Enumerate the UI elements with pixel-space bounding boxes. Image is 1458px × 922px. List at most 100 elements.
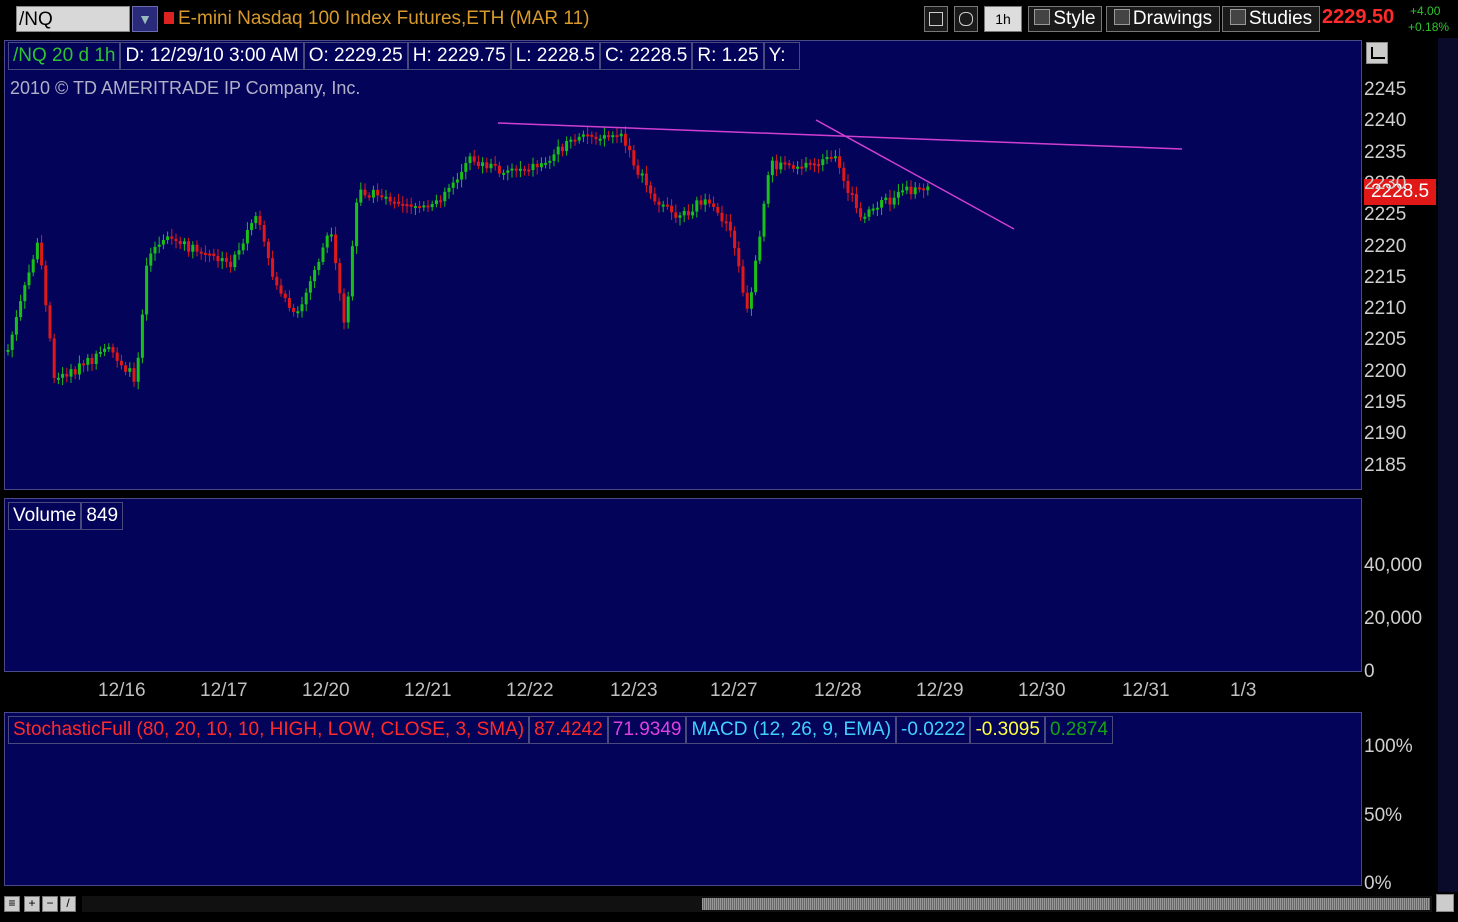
stochastic-label: StochasticFull (80, 20, 10, 10, HIGH, LO… — [8, 716, 530, 744]
candle-body — [321, 247, 325, 262]
candle-body — [86, 357, 90, 365]
candle-body — [14, 317, 18, 335]
candle-body — [787, 163, 791, 166]
candle-body — [565, 141, 569, 152]
stochastic-k-value: 87.4242 — [529, 716, 608, 744]
candle-body — [115, 352, 119, 361]
pyticks-tick: 2240 — [1364, 110, 1407, 132]
candle-body — [6, 349, 10, 352]
candle-body — [544, 162, 548, 165]
candle-body — [405, 204, 409, 207]
candle-body — [607, 135, 611, 138]
candle-body — [350, 246, 354, 297]
candle-body — [481, 162, 485, 166]
candle-body — [258, 216, 262, 226]
candle-body — [153, 246, 157, 254]
candle-body — [124, 365, 128, 372]
candle-body — [762, 203, 766, 237]
candle-body — [447, 187, 451, 192]
candle-body — [665, 204, 669, 207]
candle-body — [128, 368, 132, 372]
candle-body — [661, 204, 665, 207]
candle-body — [149, 253, 153, 266]
scroll-button[interactable]: ≡ — [4, 896, 20, 912]
candle-body — [136, 357, 140, 382]
candle-body — [275, 276, 279, 286]
candle-body — [241, 243, 245, 251]
candle-body — [208, 253, 212, 256]
candle-body — [766, 175, 770, 204]
right-scroll-strip[interactable] — [1438, 38, 1458, 892]
candle-body — [103, 348, 107, 352]
candle-body — [250, 223, 254, 231]
candle-body — [775, 160, 779, 170]
xticks-tick: 12/23 — [610, 680, 658, 701]
candle-body — [279, 285, 283, 294]
candle-body — [493, 163, 497, 166]
candle-body — [313, 269, 317, 282]
candle-body — [329, 234, 333, 237]
drawing-tool-button[interactable]: / — [60, 896, 76, 912]
pyticks-tick: 2220 — [1364, 235, 1407, 257]
candle-body — [611, 135, 615, 138]
vyticks-tick: 20,000 — [1364, 608, 1423, 629]
candle-body — [754, 260, 758, 293]
candle-body — [409, 204, 413, 207]
candle-body — [556, 146, 560, 155]
candle-body — [460, 171, 464, 180]
candle-body — [678, 215, 682, 218]
candle-body — [455, 179, 459, 183]
candle-body — [552, 154, 556, 161]
scroll-icon: ≡ — [8, 896, 16, 910]
xticks-tick: 12/22 — [506, 680, 554, 701]
candle-body — [703, 199, 707, 205]
candle-body — [199, 251, 203, 254]
candle-body — [304, 292, 308, 305]
candle-body — [875, 207, 879, 210]
candle-body — [476, 161, 480, 166]
candle-body — [623, 133, 627, 146]
candle-body — [346, 296, 350, 323]
iyticks-tick: 50% — [1364, 805, 1403, 826]
candle-body — [569, 139, 573, 142]
macd-diff-value: 0.2874 — [1044, 716, 1114, 744]
xticks-tick: 12/31 — [1122, 680, 1170, 701]
volume-panel[interactable] — [4, 498, 1362, 672]
candle-body — [615, 135, 619, 138]
candle-body — [220, 258, 224, 262]
candle-body — [699, 200, 703, 205]
candle-body — [157, 244, 161, 247]
candle-body — [90, 357, 94, 364]
candle-body — [82, 363, 86, 366]
candle-body — [636, 165, 640, 175]
zoom-out-button[interactable]: − — [42, 896, 58, 912]
candle-body — [586, 134, 590, 137]
candle-body — [829, 156, 833, 159]
candle-body — [426, 205, 430, 208]
candle-body — [287, 298, 291, 308]
scrollbar-thumb[interactable] — [702, 898, 1430, 910]
candle-body — [716, 206, 720, 213]
zoom-in-button[interactable]: + — [24, 896, 40, 912]
candle-body — [472, 156, 476, 162]
candle-body — [670, 205, 674, 213]
candle-body — [443, 191, 447, 202]
candle-body — [94, 353, 98, 364]
candle-body — [388, 196, 392, 202]
scroll-end-button[interactable] — [1436, 894, 1454, 912]
candle-body — [712, 203, 716, 207]
candle-body — [733, 230, 737, 249]
vyticks-tick: 40,000 — [1364, 555, 1423, 576]
candle-body — [418, 206, 422, 209]
candle-body — [69, 369, 73, 377]
candle-body — [111, 347, 115, 353]
candle-body — [61, 373, 65, 378]
candle-body — [909, 186, 913, 195]
xticks-tick: 12/20 — [302, 680, 350, 701]
candle-body — [308, 281, 312, 293]
candle-body — [237, 250, 241, 255]
xticks-tick: 12/16 — [98, 680, 146, 701]
candle-body — [594, 136, 598, 140]
candle-body — [502, 172, 506, 175]
candle-body — [300, 304, 304, 312]
